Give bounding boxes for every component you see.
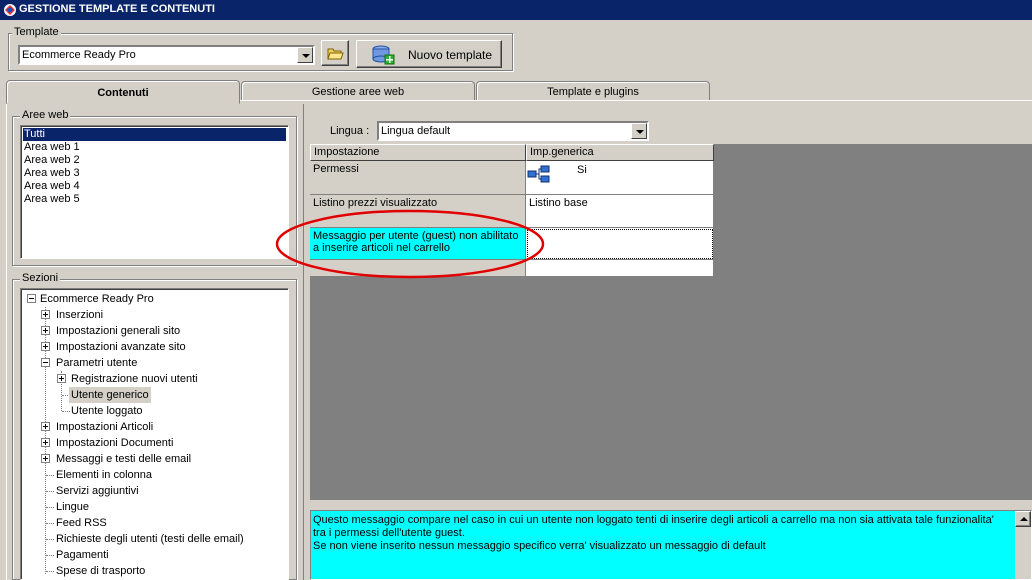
sezioni-legend: Sezioni [20, 272, 61, 284]
chevron-down-icon [302, 54, 310, 58]
tab-contenuti[interactable]: Contenuti [6, 80, 240, 104]
tree-collapse-icon[interactable] [41, 358, 50, 367]
list-item-area-web-2[interactable]: Area web 2 [23, 154, 80, 167]
tab-gestione-aree-web[interactable]: Gestione aree web [241, 81, 475, 100]
grid-header-imp-generica[interactable]: Imp.generica [526, 144, 714, 161]
new-template-button-label: Nuovo template [408, 48, 493, 62]
tree-expand-icon[interactable] [41, 422, 50, 431]
tree-node-feed-rss[interactable]: Feed RSS [56, 515, 107, 531]
tree-node-pagamenti[interactable]: Pagamenti [56, 547, 109, 563]
grid-cell-setting[interactable]: Permessi [310, 161, 526, 195]
tree-line [46, 539, 54, 540]
tree-node-registrazione[interactable]: Registrazione nuovi utenti [71, 371, 198, 387]
permissions-tree-icon [527, 165, 550, 183]
tree-line [46, 523, 54, 524]
list-item-area-web-1[interactable]: Area web 1 [23, 141, 80, 154]
permessi-value: Si [577, 164, 587, 176]
description-text: Se non viene inserito nessun messaggio s… [313, 540, 766, 552]
description-box[interactable]: Questo messaggio compare nel caso in cui… [310, 510, 1032, 580]
new-template-button[interactable]: Nuovo template [356, 40, 502, 68]
tree-line [46, 571, 54, 572]
template-select-value: Ecommerce Ready Pro [22, 49, 136, 61]
tree-expand-icon[interactable] [41, 342, 50, 351]
description-text: Questo messaggio compare nel caso in cui… [313, 514, 994, 539]
template-legend: Template [12, 26, 61, 38]
aree-web-list[interactable]: Tutti Area web 1 Area web 2 Area web 3 A… [20, 125, 289, 259]
grid-cell-value[interactable]: Listino base [526, 195, 714, 228]
list-item-area-web-5[interactable]: Area web 5 [23, 193, 80, 206]
annotation-ellipse [275, 209, 545, 279]
app-logo-icon [4, 4, 16, 16]
chevron-up-icon [1020, 517, 1028, 521]
tree-node-root[interactable]: Ecommerce Ready Pro [40, 291, 154, 307]
list-item-area-web-3[interactable]: Area web 3 [23, 167, 80, 180]
folder-open-icon [327, 48, 344, 60]
database-add-icon [372, 45, 395, 65]
lingua-select[interactable]: Lingua default [377, 121, 649, 141]
open-folder-button[interactable] [321, 40, 349, 66]
lingua-select-arrow[interactable] [631, 123, 647, 139]
chevron-down-icon [636, 130, 644, 134]
lingua-label: Lingua : [330, 125, 370, 137]
window-title: GESTIONE TEMPLATE E CONTENUTI [19, 3, 215, 15]
tree-expand-icon[interactable] [41, 454, 50, 463]
tab-template-e-plugins-label: Template e plugins [547, 86, 639, 98]
tab-template-e-plugins[interactable]: Template e plugins [476, 81, 710, 100]
tree-node-impostazioni-documenti[interactable]: Impostazioni Documenti [56, 435, 173, 451]
tab-gestione-aree-web-label: Gestione aree web [311, 86, 405, 98]
tree-line [62, 411, 70, 412]
template-select-arrow[interactable] [297, 47, 313, 63]
tree-expand-icon[interactable] [57, 374, 66, 383]
tree-node-utente-loggato[interactable]: Utente loggato [71, 403, 143, 419]
tree-expand-icon[interactable] [41, 326, 50, 335]
grid-cell-empty[interactable] [526, 260, 714, 277]
settings-grid[interactable]: Impostazione Imp.generica Permessi Si Li… [310, 144, 1032, 500]
tree-expand-icon[interactable] [41, 438, 50, 447]
tree-expand-icon[interactable] [41, 310, 50, 319]
sezioni-tree[interactable]: Ecommerce Ready Pro Inserzioni Impostazi… [20, 288, 289, 580]
tree-node-parametri-utente[interactable]: Parametri utente [56, 355, 137, 371]
tree-line [46, 491, 54, 492]
tab-contenuti-label: Contenuti [97, 87, 149, 99]
tree-node-messaggi-email[interactable]: Messaggi e testi delle email [56, 451, 191, 467]
list-item-tutti[interactable]: Tutti [23, 128, 286, 141]
tree-collapse-icon[interactable] [27, 294, 36, 303]
aree-web-legend: Aree web [20, 109, 71, 121]
tree-node-elementi-colonna[interactable]: Elementi in colonna [56, 467, 152, 483]
tree-node-servizi-aggiuntivi[interactable]: Servizi aggiuntivi [56, 483, 139, 499]
list-item-area-web-4[interactable]: Area web 4 [23, 180, 80, 193]
tree-node-inserzioni[interactable]: Inserzioni [56, 307, 103, 323]
scroll-up-button[interactable] [1015, 511, 1031, 527]
tree-node-spese-trasporto[interactable]: Spese di trasporto [56, 563, 145, 579]
window-title-bar[interactable]: GESTIONE TEMPLATE E CONTENUTI [0, 0, 1032, 20]
grid-cell-value-selected[interactable] [526, 228, 714, 260]
tree-line [46, 555, 54, 556]
grid-cell-value[interactable]: Si [526, 161, 714, 195]
right-panel-border [303, 104, 304, 580]
description-scrollbar[interactable] [1015, 511, 1031, 579]
tree-node-impostazioni-avanzate[interactable]: Impostazioni avanzate sito [56, 339, 186, 355]
tree-line [46, 507, 54, 508]
tree-node-impostazioni-generali[interactable]: Impostazioni generali sito [56, 323, 180, 339]
grid-header-impostazione[interactable]: Impostazione [310, 144, 526, 161]
tree-node-lingue[interactable]: Lingue [56, 499, 89, 515]
tree-node-richieste-utenti[interactable]: Richieste degli utenti (testi delle emai… [56, 531, 244, 547]
tree-node-utente-generico[interactable]: Utente generico [69, 387, 151, 403]
tree-line [46, 475, 54, 476]
template-select[interactable]: Ecommerce Ready Pro [18, 45, 315, 65]
tab-panel-left-border [6, 100, 7, 580]
lingua-select-value: Lingua default [381, 125, 451, 137]
tree-node-impostazioni-articoli[interactable]: Impostazioni Articoli [56, 419, 153, 435]
